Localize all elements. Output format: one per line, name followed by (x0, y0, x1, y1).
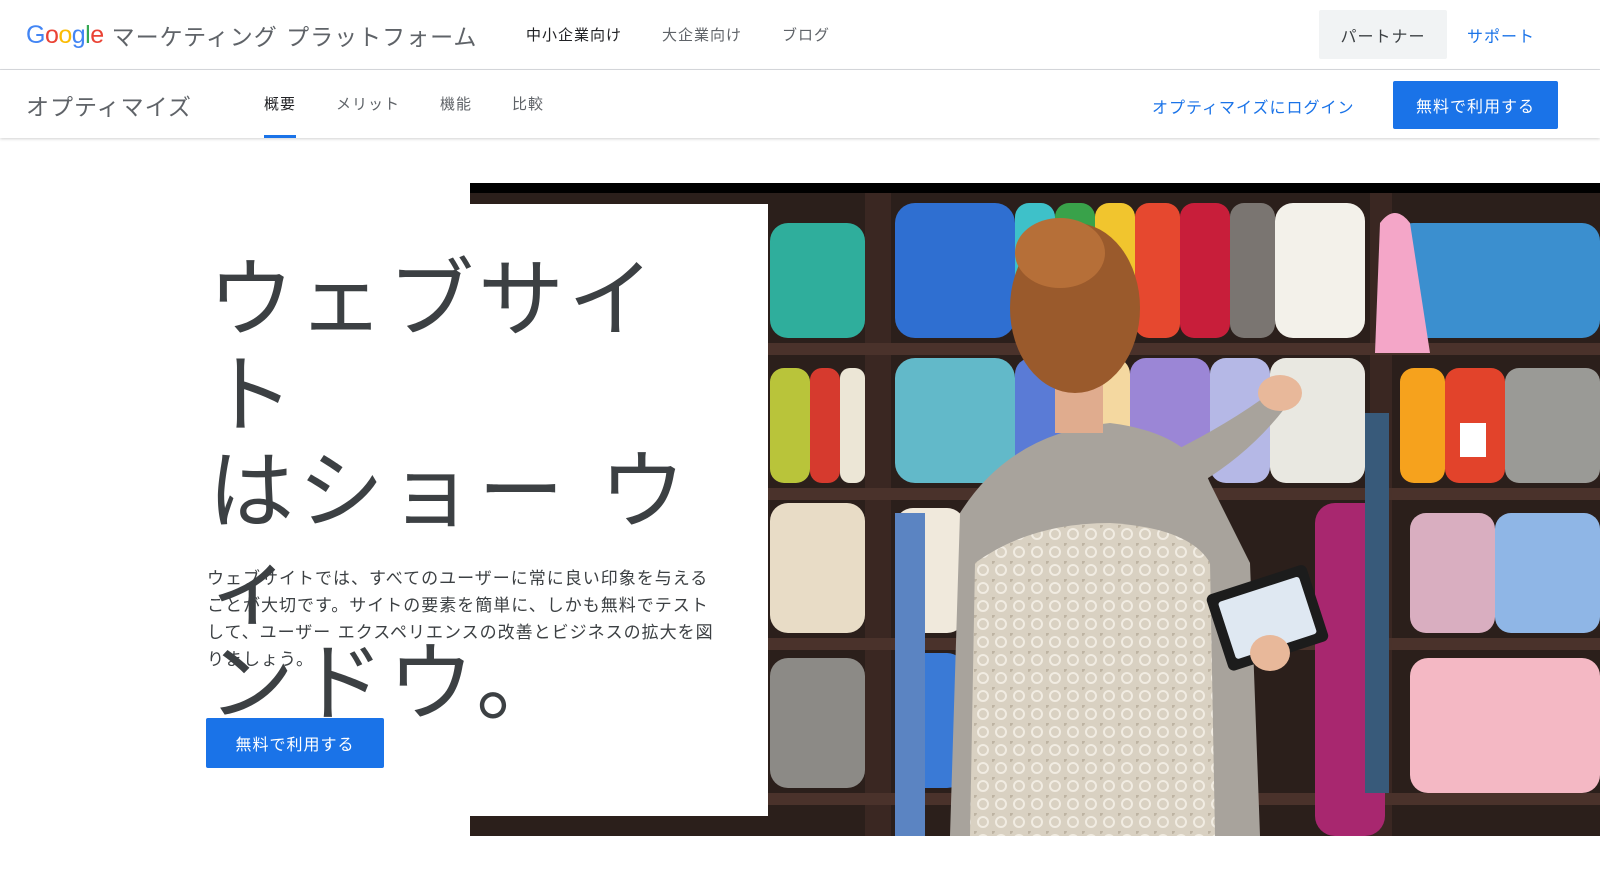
tab-compare[interactable]: 比較 (512, 70, 544, 138)
logo-letter: G (26, 20, 45, 49)
logo-letter: o (44, 20, 59, 49)
start-free-button[interactable]: 無料で利用する (1393, 81, 1558, 129)
nav-item-blog[interactable]: ブログ (782, 24, 830, 45)
headline-line: ウェブサイト (208, 250, 658, 446)
blue-scarf (895, 513, 925, 836)
tab-features[interactable]: 機能 (440, 70, 472, 138)
nav-item-enterprise[interactable]: 大企業向け (662, 24, 742, 45)
logo-letter: g (71, 20, 86, 49)
global-header: Google マーケティング プラットフォーム 中小企業向け 大企業向け ブログ… (0, 0, 1600, 70)
product-header: オプティマイズ 概要 メリット 機能 比較 オプティマイズにログイン 無料で利用… (0, 70, 1600, 138)
global-nav: 中小企業向け 大企業向け ブログ (526, 24, 830, 45)
brand-suffix: マーケティング プラットフォーム (111, 25, 478, 51)
partners-button[interactable]: パートナー (1319, 10, 1447, 59)
support-link[interactable]: サポート (1467, 23, 1535, 47)
striped-scarf (1365, 413, 1389, 793)
google-logo: Google (26, 21, 104, 50)
tab-overview[interactable]: 概要 (264, 70, 297, 138)
product-tabs: 概要 メリット 機能 比較 (264, 70, 544, 138)
optimize-login-link[interactable]: オプティマイズにログイン (1152, 94, 1355, 118)
logo-letter: o (58, 20, 72, 49)
nav-item-small-business[interactable]: 中小企業向け (526, 24, 622, 45)
google-marketing-platform-logo[interactable]: Google マーケティング プラットフォーム (26, 17, 477, 53)
product-name: オプティマイズ (26, 95, 192, 121)
logo-letter: e (90, 20, 104, 49)
tab-benefits[interactable]: メリット (336, 70, 400, 138)
hero-start-free-button[interactable]: 無料で利用する (206, 718, 384, 768)
hero-description: ウェブサイトでは、すべてのユーザーに常に良い印象を与えることが大切です。サイトの… (207, 569, 714, 670)
yarn-left (770, 223, 865, 788)
